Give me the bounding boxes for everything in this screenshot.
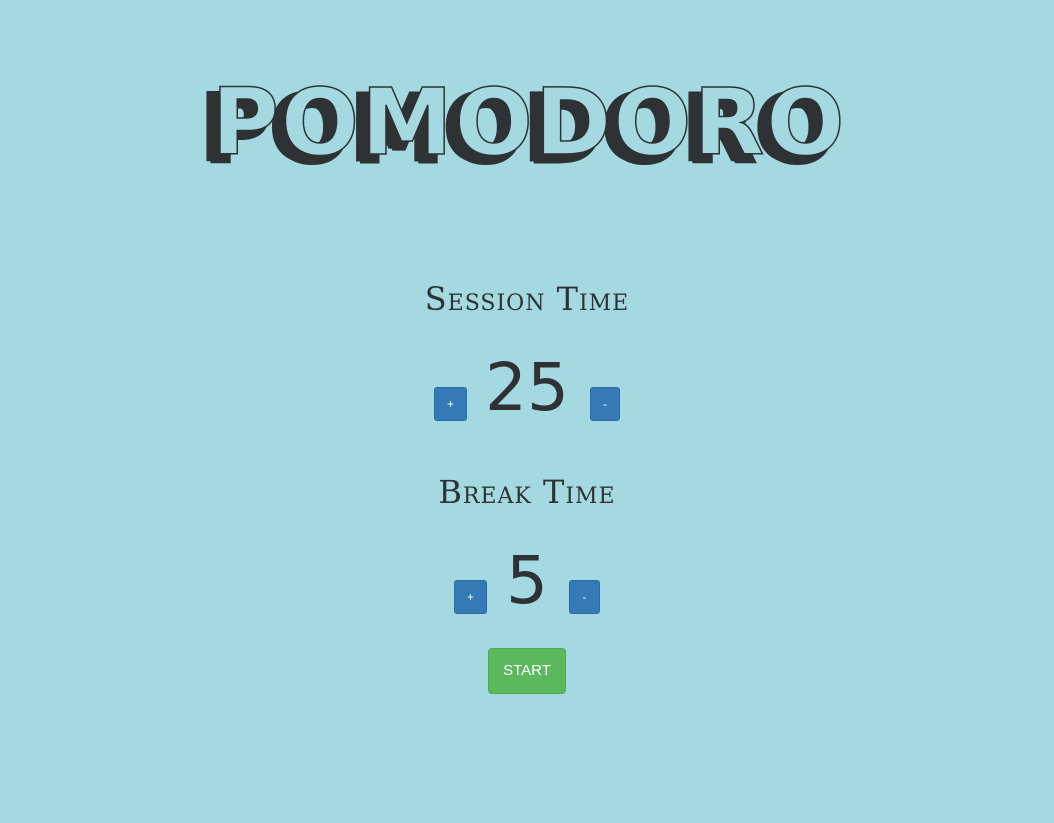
- break-time-value: 5: [506, 542, 548, 619]
- break-time-label: Break Time: [438, 473, 616, 511]
- app-title-face: POMODORO: [211, 78, 846, 176]
- session-time-label: Session Time: [424, 280, 630, 318]
- session-decrease-button[interactable]: -: [590, 387, 620, 421]
- break-decrease-button[interactable]: -: [569, 580, 600, 614]
- app-title: POMODORO POMODORO POMODORO: [0, 78, 1054, 178]
- session-increase-button[interactable]: +: [434, 387, 467, 421]
- app-title-logo: POMODORO POMODORO POMODORO: [198, 78, 846, 178]
- session-time-value: 25: [485, 349, 569, 426]
- start-button[interactable]: START: [488, 648, 566, 694]
